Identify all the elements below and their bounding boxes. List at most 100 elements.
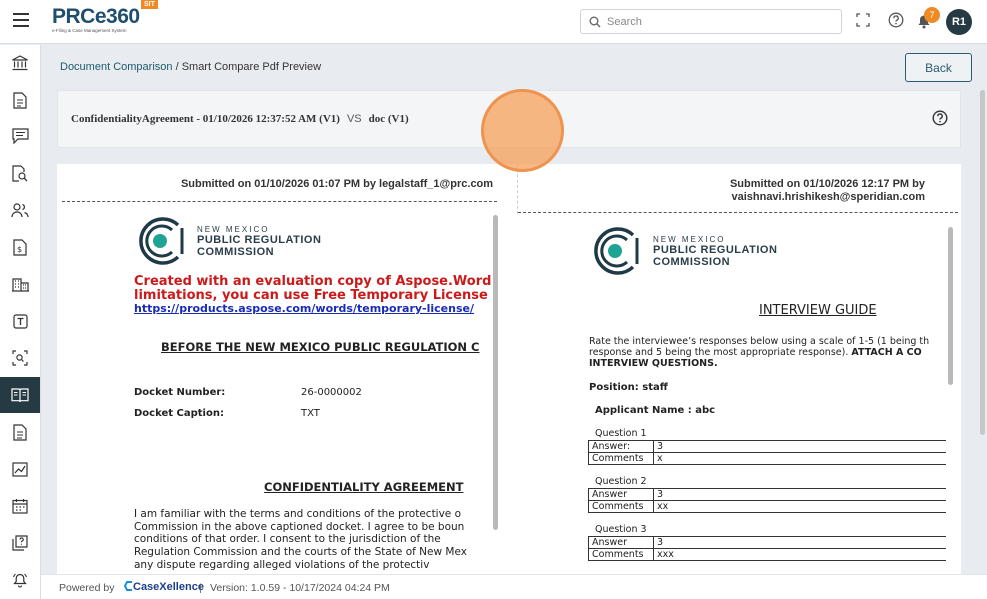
svg-text:$: $ [17, 245, 22, 254]
question-title: Question 1 [595, 428, 647, 439]
right-doc-scrollbar[interactable] [948, 227, 953, 385]
left-doc-paragraph: I am familiar with the terms and conditi… [134, 508, 467, 572]
comments-label: Comments [588, 548, 654, 561]
paragraph-line: Commission in the above captioned docket… [134, 520, 465, 533]
sidebar-item-document-search[interactable] [0, 155, 40, 191]
users-icon [11, 202, 29, 217]
footer-separator: | [199, 582, 202, 594]
chat-icon [11, 128, 29, 144]
help-circle-icon[interactable] [932, 110, 948, 126]
fullscreen-icon[interactable] [856, 13, 870, 27]
left-document-preview[interactable]: NEW MEXICO PUBLIC REGULATION COMMISSION … [62, 207, 492, 574]
left-doc-heading: BEFORE THE NEW MEXICO PUBLIC REGULATION … [161, 340, 480, 354]
breadcrumb-link-document-comparison[interactable]: Document Comparison [60, 61, 173, 73]
user-avatar[interactable]: R1 [946, 9, 972, 35]
intro-line3: INTERVIEW QUESTIONS. [589, 358, 718, 369]
comments-label: Comments [588, 452, 654, 465]
casexellence-mark-icon [123, 581, 132, 591]
question-table: Answer 3 Comments xx [588, 488, 946, 513]
sidebar-item-calendar[interactable] [0, 488, 40, 524]
right-document-name: doc (V1) [368, 113, 409, 125]
casexellence-logo[interactable]: CaseXellence [123, 581, 204, 593]
sidebar-item-billing[interactable]: $ [0, 229, 40, 265]
eval-warning-line1: Created with an evaluation copy of Aspos… [134, 274, 492, 289]
left-org-line2: PUBLIC REGULATION [197, 233, 322, 246]
brand-name: CaseXellence [133, 581, 204, 593]
paragraph-line: I am familiar with the terms and conditi… [134, 508, 462, 520]
comparison-title: ConfidentialityAgreement - 01/10/2026 12… [71, 113, 409, 125]
comments-label: Comments [588, 500, 654, 513]
sidebar-item-users[interactable] [0, 192, 40, 228]
position-text: Position: staff [589, 382, 668, 393]
comments-value: xx [653, 500, 946, 513]
back-button[interactable]: Back [905, 53, 972, 82]
answer-value: 3 [653, 488, 946, 501]
chart-icon [12, 461, 28, 477]
sidebar-item-analytics[interactable] [0, 451, 40, 487]
answer-value: 3 [653, 536, 946, 549]
answer-label: Answer [588, 536, 654, 549]
sidebar-item-alerts[interactable] [0, 562, 40, 598]
right-divider-line [518, 212, 958, 213]
file-text-icon [13, 423, 27, 441]
document-icon [13, 91, 27, 109]
notification-count-badge: 7 [924, 7, 940, 23]
sidebar-item-messages[interactable] [0, 118, 40, 154]
top-header: PRCe360 e-Filing & Case Management Syste… [0, 0, 987, 44]
bank-icon [12, 55, 28, 71]
question-table: Answer 3 Comments xxx [588, 536, 946, 561]
logo-subtitle: e-Filing & Case Management System [52, 28, 127, 33]
search-input[interactable] [607, 13, 837, 30]
right-org-line2: PUBLIC REGULATION [653, 243, 778, 256]
aspose-license-link[interactable]: https://products.aspose.com/words/tempor… [134, 302, 474, 315]
logo-text: PRCe360 [52, 5, 140, 28]
left-doc-scrollbar[interactable] [493, 215, 498, 530]
right-document-preview[interactable]: NEW MEXICO PUBLIC REGULATION COMMISSION … [518, 215, 946, 574]
sidebar-item-reports[interactable] [0, 414, 40, 450]
left-divider-line [62, 201, 497, 202]
answer-label: Answer [588, 488, 654, 501]
intro-line2: response and 5 being the most appropriat… [589, 347, 922, 358]
confidentiality-title: CONFIDENTIALITY AGREEMENT [264, 480, 464, 494]
breadcrumb-separator: / [175, 61, 179, 73]
right-submission-line1: Submitted on 01/10/2026 12:17 PM by [729, 178, 925, 190]
help-circle-icon[interactable] [888, 12, 904, 28]
paragraph-line: Regulation Commission and the courts of … [134, 546, 467, 559]
sidebar-item-documents[interactable] [0, 82, 40, 118]
app-logo[interactable]: PRCe360 e-Filing & Case Management Syste… [52, 5, 140, 34]
question-title: Question 2 [595, 476, 647, 487]
answer-value: 3 [653, 440, 946, 453]
cursor-highlight [481, 89, 564, 172]
breadcrumb: Document Comparison / Smart Compare Pdf … [60, 61, 321, 73]
docket-number-value: 26-0000002 [301, 387, 362, 398]
paragraph-line: any dispute regarding alleged violations… [134, 558, 430, 571]
comments-value: x [653, 452, 946, 465]
text-box-icon [12, 313, 28, 329]
document-search-icon [12, 164, 28, 182]
footer: Powered by CaseXellence | Version: 1.0.5… [41, 574, 987, 599]
docket-caption-value: TXT [301, 408, 320, 419]
eval-warning-line2: limitations, you can use Free Temporary … [134, 288, 488, 303]
search-box[interactable] [580, 9, 842, 34]
right-org-line3: COMMISSION [653, 255, 731, 268]
intro-line2-text: response and 5 being the most appropriat… [589, 347, 849, 358]
sidebar-item-dashboard[interactable] [0, 45, 40, 81]
right-org-logo: NEW MEXICO PUBLIC REGULATION COMMISSION [589, 227, 777, 275]
search-icon [589, 16, 601, 28]
hamburger-menu-icon[interactable] [13, 13, 29, 29]
prc-seal-icon [594, 227, 639, 275]
sidebar-item-scan[interactable] [0, 340, 40, 376]
left-org-logo: NEW MEXICO PUBLIC REGULATION COMMISSION [134, 217, 321, 265]
invoice-icon: $ [13, 238, 27, 256]
sidebar-item-organizations[interactable] [0, 266, 40, 302]
sidebar-item-help-guide[interactable] [0, 525, 40, 561]
powered-by-label: Powered by [59, 582, 115, 594]
left-org-line3: COMMISSION [197, 245, 275, 258]
sidebar-item-document-comparison[interactable] [0, 377, 40, 413]
bell-alert-icon [12, 573, 28, 588]
sidebar: $ [0, 45, 41, 599]
left-org-line1: NEW MEXICO [197, 224, 270, 234]
applicant-name: Applicant Name : abc [595, 405, 716, 416]
page-scrollbar[interactable] [980, 90, 985, 435]
sidebar-item-templates[interactable] [0, 303, 40, 339]
